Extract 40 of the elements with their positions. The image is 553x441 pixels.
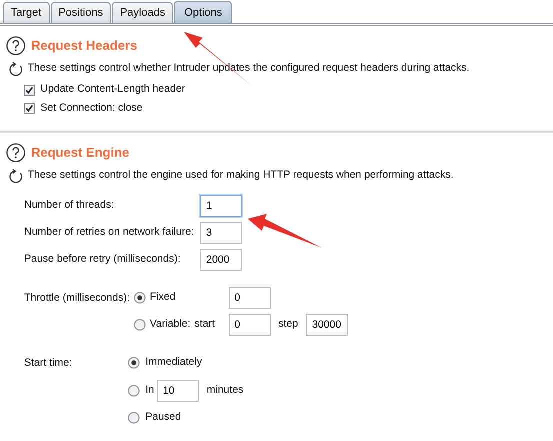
help-icon [6,143,26,163]
tab[interactable]: Options [174,1,232,23]
radio-label: Fixed [150,290,176,306]
input-field[interactable]: 30000 [306,314,348,336]
field-label: Number of threads: [24,198,116,213]
description: These settings control the engine used for making HTTP requests when performing attacks. [28,168,454,184]
option-text: start [194,317,216,332]
tab[interactable]: Positions [50,2,112,23]
checkbox-label: Set Connection: close [40,100,143,116]
option-text: minutes [206,382,244,398]
section-title: Request Engine [31,144,130,162]
tab[interactable]: Payloads [112,2,174,23]
checkbox-label: Update Content-Length header [40,82,186,98]
input-field[interactable]: 10 [157,380,200,402]
radio-label: Paused [146,410,182,425]
option-text: step [278,317,298,332]
checkbox[interactable] [24,84,36,96]
input-field[interactable]: 0 [228,287,271,309]
help-icon [6,36,26,56]
refresh-icon [8,169,23,184]
input-field[interactable]: 3 [200,222,242,244]
section-title: Request Headers [31,37,138,56]
input-field[interactable]: 0 [228,314,271,336]
radio-label: In [146,382,154,398]
checkbox[interactable] [24,103,36,114]
field-label: Number of retries on network failure: [24,224,196,240]
radio-label: Variable: [150,317,191,332]
radio-label: Immediately [146,355,202,370]
input-field[interactable]: 2000 [200,249,242,271]
radio-button[interactable] [134,292,146,304]
input-field[interactable]: 1 [200,194,242,216]
group-label: Start time: [24,356,74,372]
radio-button[interactable] [134,319,146,332]
tab[interactable]: Target [3,2,50,23]
radio-button[interactable] [128,384,140,396]
group-label: Throttle (milliseconds): [24,291,131,306]
refresh-icon [8,62,23,76]
radio-button[interactable] [128,357,140,370]
field-label: Pause before retry (milliseconds): [24,252,182,268]
radio-button[interactable] [128,412,140,424]
